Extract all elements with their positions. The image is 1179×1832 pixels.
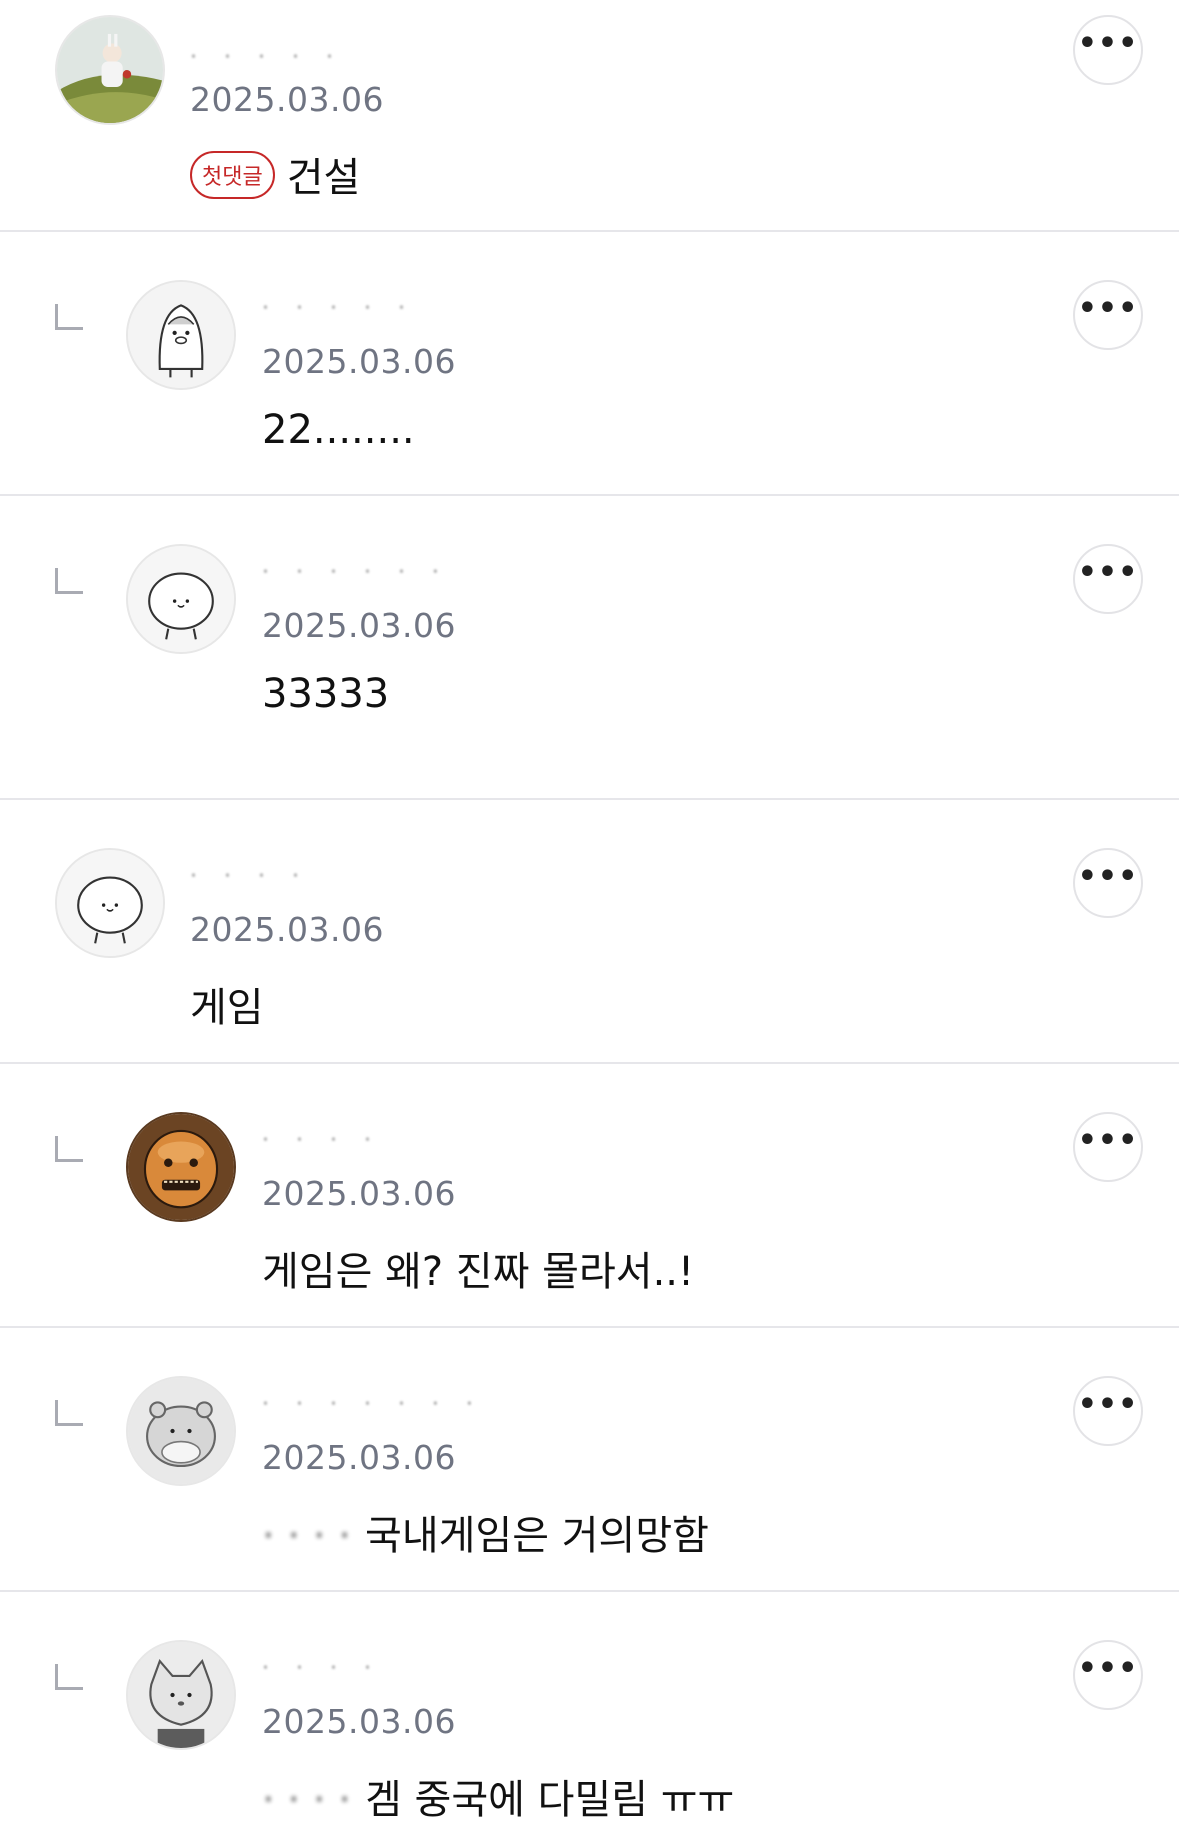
more-options-button[interactable]: ••• xyxy=(1073,1640,1143,1710)
reply-item: · · · · 2025.03.06 · · · · 겜 중국에 다밀림 ㅠㅠ •… xyxy=(0,1592,1179,1832)
more-options-button[interactable]: ••• xyxy=(1073,1376,1143,1446)
comment-text-content: 건설 xyxy=(286,155,361,201)
nickname[interactable]: · · · · xyxy=(190,864,309,884)
comment-text: · · · · 겜 중국에 다밀림 ㅠㅠ xyxy=(262,1767,734,1825)
monkey-face-icon xyxy=(128,1114,234,1220)
avatar[interactable] xyxy=(126,1376,236,1486)
comment-date: 2025.03.06 xyxy=(262,1438,456,1477)
more-options-button[interactable]: ••• xyxy=(1073,15,1143,85)
comment-date: 2025.03.06 xyxy=(262,342,456,381)
comment-date: 2025.03.06 xyxy=(262,1174,456,1213)
more-options-button[interactable]: ••• xyxy=(1073,1112,1143,1182)
reply-item: · · · · · 2025.03.06 22........ ••• xyxy=(0,232,1179,496)
nickname[interactable]: · · · · xyxy=(262,1656,381,1676)
comment-date: 2025.03.06 xyxy=(262,606,456,645)
comment-date: 2025.03.06 xyxy=(262,1702,456,1741)
more-options-icon: ••• xyxy=(1077,291,1139,326)
nickname[interactable]: · · · · · · · xyxy=(262,1392,483,1412)
blurred-mention: · · · · xyxy=(262,1513,352,1559)
comment-text-content: 국내게임은 거의망함 xyxy=(365,1513,709,1559)
penguin-character-icon xyxy=(128,282,234,388)
more-options-icon: ••• xyxy=(1077,26,1139,61)
avatar[interactable] xyxy=(55,848,165,958)
comment-text-content: 겜 중국에 다밀림 ㅠㅠ xyxy=(365,1777,735,1823)
reply-arrow-icon xyxy=(55,1400,83,1426)
reply-arrow-icon xyxy=(55,1136,83,1162)
comment-text: 첫댓글 건설 xyxy=(190,145,360,204)
reply-arrow-icon xyxy=(55,304,83,330)
avatar-photo-icon xyxy=(57,17,163,123)
nickname[interactable]: · · · · · xyxy=(262,296,415,316)
more-options-icon: ••• xyxy=(1077,1387,1139,1422)
comment-item: · · · · 2025.03.06 게임 ••• xyxy=(0,800,1179,1064)
more-options-icon: ••• xyxy=(1077,1651,1139,1686)
nickname[interactable]: · · · · · · xyxy=(262,560,449,580)
comment-text: 33333 xyxy=(262,671,390,717)
reply-item: · · · · · · · 2025.03.06 · · · · 국내게임은 거의… xyxy=(0,1328,1179,1592)
avatar[interactable] xyxy=(55,15,165,125)
avatar[interactable] xyxy=(126,1112,236,1222)
comment-text: · · · · 국내게임은 거의망함 xyxy=(262,1503,709,1561)
comment-date: 2025.03.06 xyxy=(190,80,384,119)
comment-date: 2025.03.06 xyxy=(190,910,384,949)
blurred-mention: · · · · xyxy=(262,1777,352,1823)
reply-arrow-icon xyxy=(55,1664,83,1690)
more-options-icon: ••• xyxy=(1077,1123,1139,1158)
avatar[interactable] xyxy=(126,544,236,654)
avatar[interactable] xyxy=(126,280,236,390)
more-options-icon: ••• xyxy=(1077,555,1139,590)
more-options-button[interactable]: ••• xyxy=(1073,848,1143,918)
comment-text: 22........ xyxy=(262,407,415,453)
more-options-button[interactable]: ••• xyxy=(1073,280,1143,350)
more-options-icon: ••• xyxy=(1077,859,1139,894)
nickname[interactable]: · · · · xyxy=(262,1128,381,1148)
first-comment-badge: 첫댓글 xyxy=(190,151,275,199)
reply-arrow-icon xyxy=(55,568,83,594)
avatar[interactable] xyxy=(126,1640,236,1750)
white-cat-character-icon xyxy=(128,546,234,652)
comment-text: 게임은 왜? 진짜 몰라서..! xyxy=(262,1249,695,1295)
nickname[interactable]: · · · · · xyxy=(190,45,343,65)
reply-item: · · · · 2025.03.06 게임은 왜? 진짜 몰라서..! ••• xyxy=(0,1064,1179,1328)
reply-item: · · · · · · 2025.03.06 33333 ••• xyxy=(0,496,1179,800)
hamster-character-icon xyxy=(128,1378,234,1484)
more-options-button[interactable]: ••• xyxy=(1073,544,1143,614)
comment-text: 게임 xyxy=(190,985,264,1031)
cat-character-icon xyxy=(128,1642,234,1748)
comment-item: · · · · · 2025.03.06 첫댓글 건설 ••• xyxy=(0,0,1179,232)
white-cat-character-icon xyxy=(57,850,163,956)
